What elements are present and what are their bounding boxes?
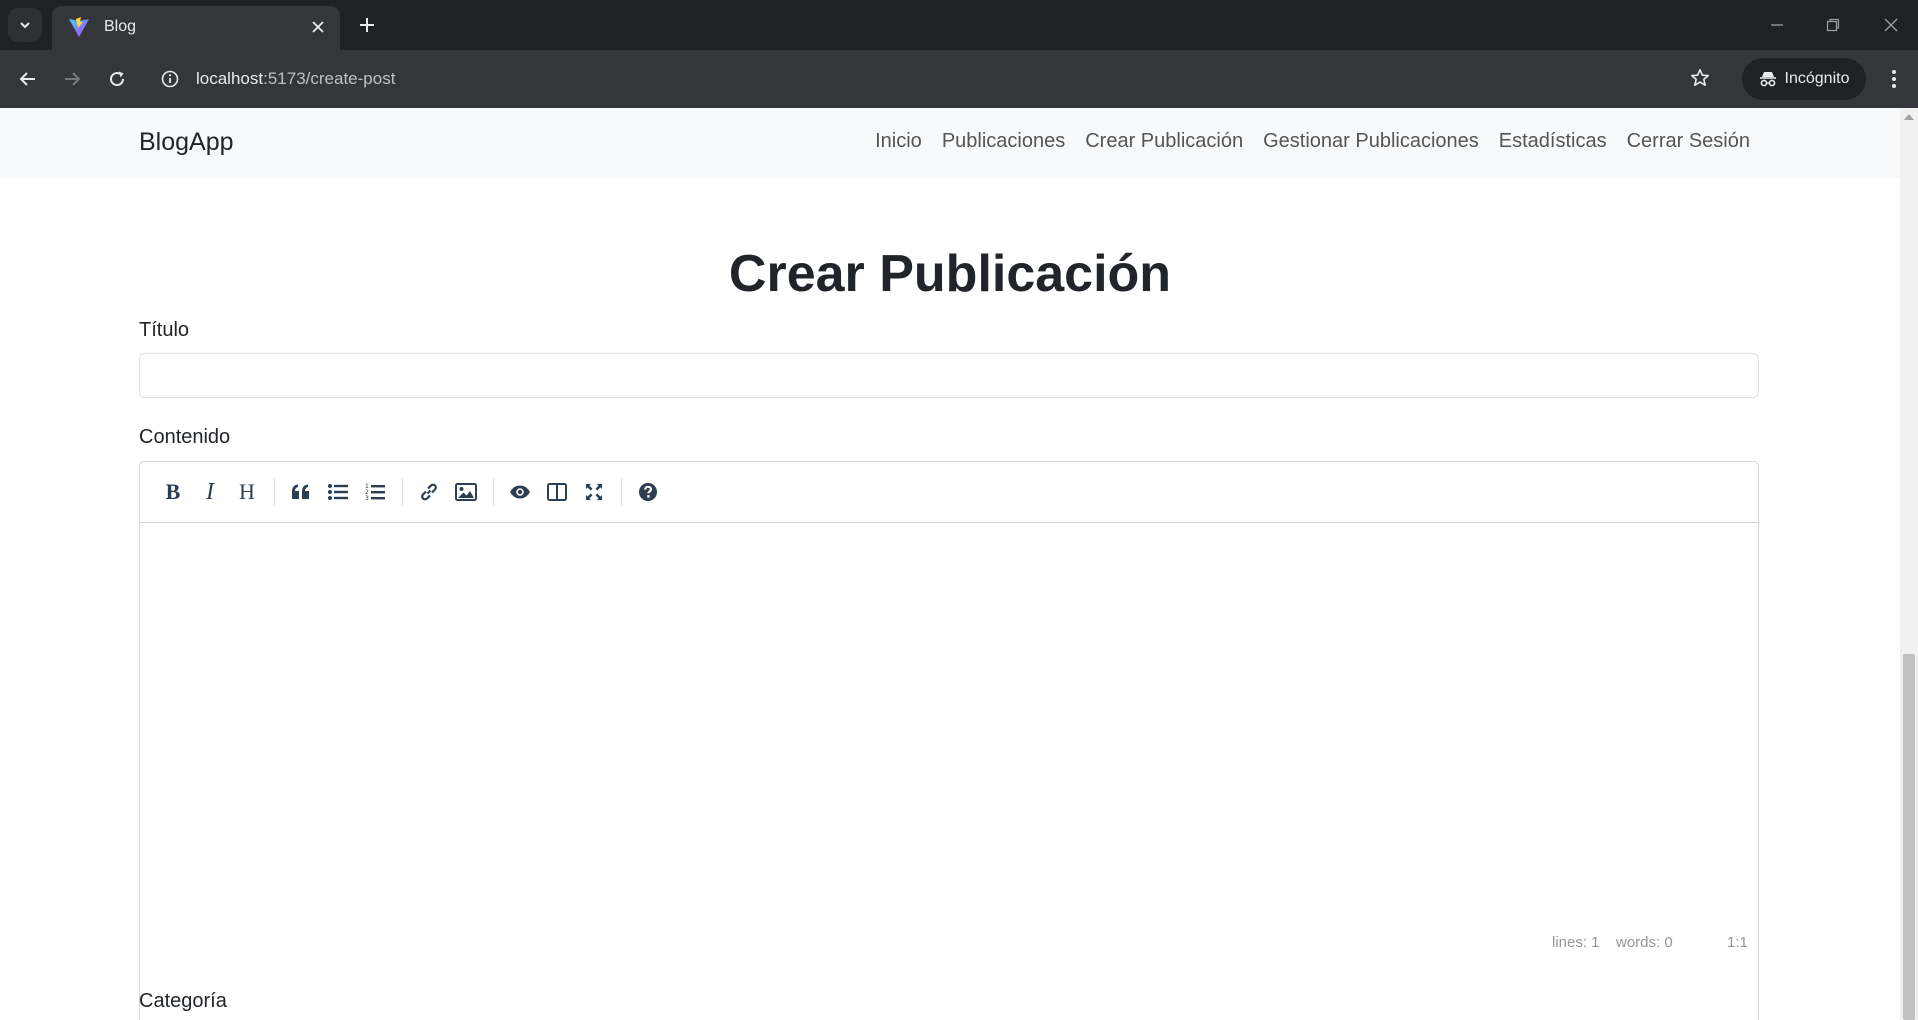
ordered-list-button[interactable]: 123: [359, 476, 391, 508]
categoria-label: Categoría: [139, 990, 227, 1012]
toolbar-separator: [493, 478, 494, 506]
editor-toolbar: B I H 123: [140, 462, 1758, 523]
scroll-up-arrow-icon[interactable]: [1904, 114, 1914, 120]
fullscreen-button[interactable]: [578, 476, 610, 508]
browser-tab-active[interactable]: Blog: [52, 6, 340, 50]
site-info-button[interactable]: [160, 69, 180, 89]
heading-button[interactable]: H: [231, 476, 263, 508]
unordered-list-button[interactable]: [322, 476, 354, 508]
toolbar-separator: [621, 478, 622, 506]
forward-button[interactable]: [56, 63, 88, 95]
markdown-editor: B I H 123: [139, 461, 1759, 1020]
url-host: localhost: [196, 69, 264, 88]
back-button[interactable]: [12, 63, 44, 95]
nav-link-gestionar-publicaciones[interactable]: Gestionar Publicaciones: [1263, 130, 1479, 153]
restore-icon: [1826, 18, 1840, 32]
heading-icon: H: [239, 479, 255, 504]
tab-title: Blog: [104, 18, 137, 35]
preview-button[interactable]: [504, 476, 536, 508]
fullscreen-icon: [586, 484, 602, 500]
contenido-label: Contenido: [139, 426, 231, 448]
link-icon: [421, 483, 437, 501]
image-icon: [455, 483, 477, 501]
bold-icon: B: [165, 479, 181, 504]
nav-link-publicaciones[interactable]: Publicaciones: [942, 130, 1065, 153]
plus-icon: [360, 18, 374, 32]
scrollbar-thumb[interactable]: [1903, 654, 1915, 1020]
quote-icon: [292, 484, 309, 499]
italic-button[interactable]: I: [194, 476, 226, 508]
nav-link-estadisticas[interactable]: Estadísticas: [1499, 130, 1607, 153]
browser-menu-button[interactable]: [1882, 63, 1906, 95]
guide-button[interactable]: [632, 476, 664, 508]
incognito-label: Incógnito: [1784, 70, 1850, 87]
reload-icon: [110, 71, 125, 87]
svg-text:3: 3: [365, 495, 369, 501]
close-icon: [312, 21, 324, 33]
tab-close-button[interactable]: [306, 15, 330, 39]
tab-search-button[interactable]: [8, 8, 42, 42]
toolbar-separator: [402, 478, 403, 506]
bookmark-button[interactable]: [1685, 63, 1715, 93]
navbar-brand[interactable]: BlogApp: [139, 128, 234, 157]
url-text: localhost:5173/create-post: [196, 69, 395, 89]
close-icon: [1884, 18, 1898, 32]
reload-button[interactable]: [101, 63, 133, 95]
more-vertical-icon: [1892, 70, 1896, 88]
page-viewport: BlogApp Inicio Publicaciones Crear Publi…: [0, 108, 1900, 1020]
address-bar[interactable]: localhost:5173/create-post: [150, 59, 1710, 99]
info-icon: [161, 70, 179, 88]
browser-tab-strip: Blog: [0, 0, 1918, 50]
nav-link-crear-publicacion[interactable]: Crear Publicación: [1085, 130, 1243, 153]
page-scrollbar[interactable]: [1900, 108, 1918, 1020]
titulo-label: Título: [139, 319, 190, 341]
quote-button[interactable]: [285, 476, 317, 508]
restore-window-button[interactable]: [1818, 10, 1848, 40]
preview-icon: [510, 485, 530, 499]
chevron-down-icon: [20, 22, 30, 29]
page-title: Crear Publicación: [728, 245, 1172, 303]
navbar-links: Inicio Publicaciones Crear Publicación G…: [875, 130, 1750, 153]
editor-status-lines: lines: 1: [1552, 934, 1600, 951]
guide-icon: [639, 483, 657, 501]
unordered-list-icon: [328, 484, 348, 500]
arrow-right-icon: [65, 72, 81, 86]
url-path: :5173/create-post: [263, 69, 396, 88]
star-icon: [1691, 69, 1709, 86]
new-tab-button[interactable]: [352, 10, 382, 40]
nav-link-inicio[interactable]: Inicio: [875, 130, 922, 153]
link-button[interactable]: [413, 476, 445, 508]
incognito-icon: [1759, 72, 1776, 87]
nav-link-cerrar-sesion[interactable]: Cerrar Sesión: [1627, 130, 1750, 153]
site-navbar: BlogApp Inicio Publicaciones Crear Publi…: [0, 108, 1900, 178]
ordered-list-icon: 123: [365, 483, 385, 501]
minimize-window-button[interactable]: [1762, 10, 1792, 40]
bold-button[interactable]: B: [157, 476, 189, 508]
vite-favicon-icon: [69, 17, 89, 37]
side-by-side-icon: [547, 483, 567, 501]
browser-toolbar: localhost:5173/create-post Incógnito: [0, 50, 1918, 108]
minimize-icon: [1771, 24, 1783, 26]
incognito-indicator[interactable]: Incógnito: [1742, 58, 1866, 100]
editor-status-words: words: 0: [1616, 934, 1673, 951]
arrow-left-icon: [19, 72, 35, 86]
italic-icon: I: [206, 478, 214, 505]
image-button[interactable]: [450, 476, 482, 508]
toolbar-separator: [274, 478, 275, 506]
close-window-button[interactable]: [1876, 10, 1906, 40]
titulo-input[interactable]: [139, 353, 1759, 398]
editor-content-area[interactable]: [140, 523, 1758, 1020]
editor-status-cursor: 1:1: [1727, 934, 1748, 951]
side-by-side-button[interactable]: [541, 476, 573, 508]
